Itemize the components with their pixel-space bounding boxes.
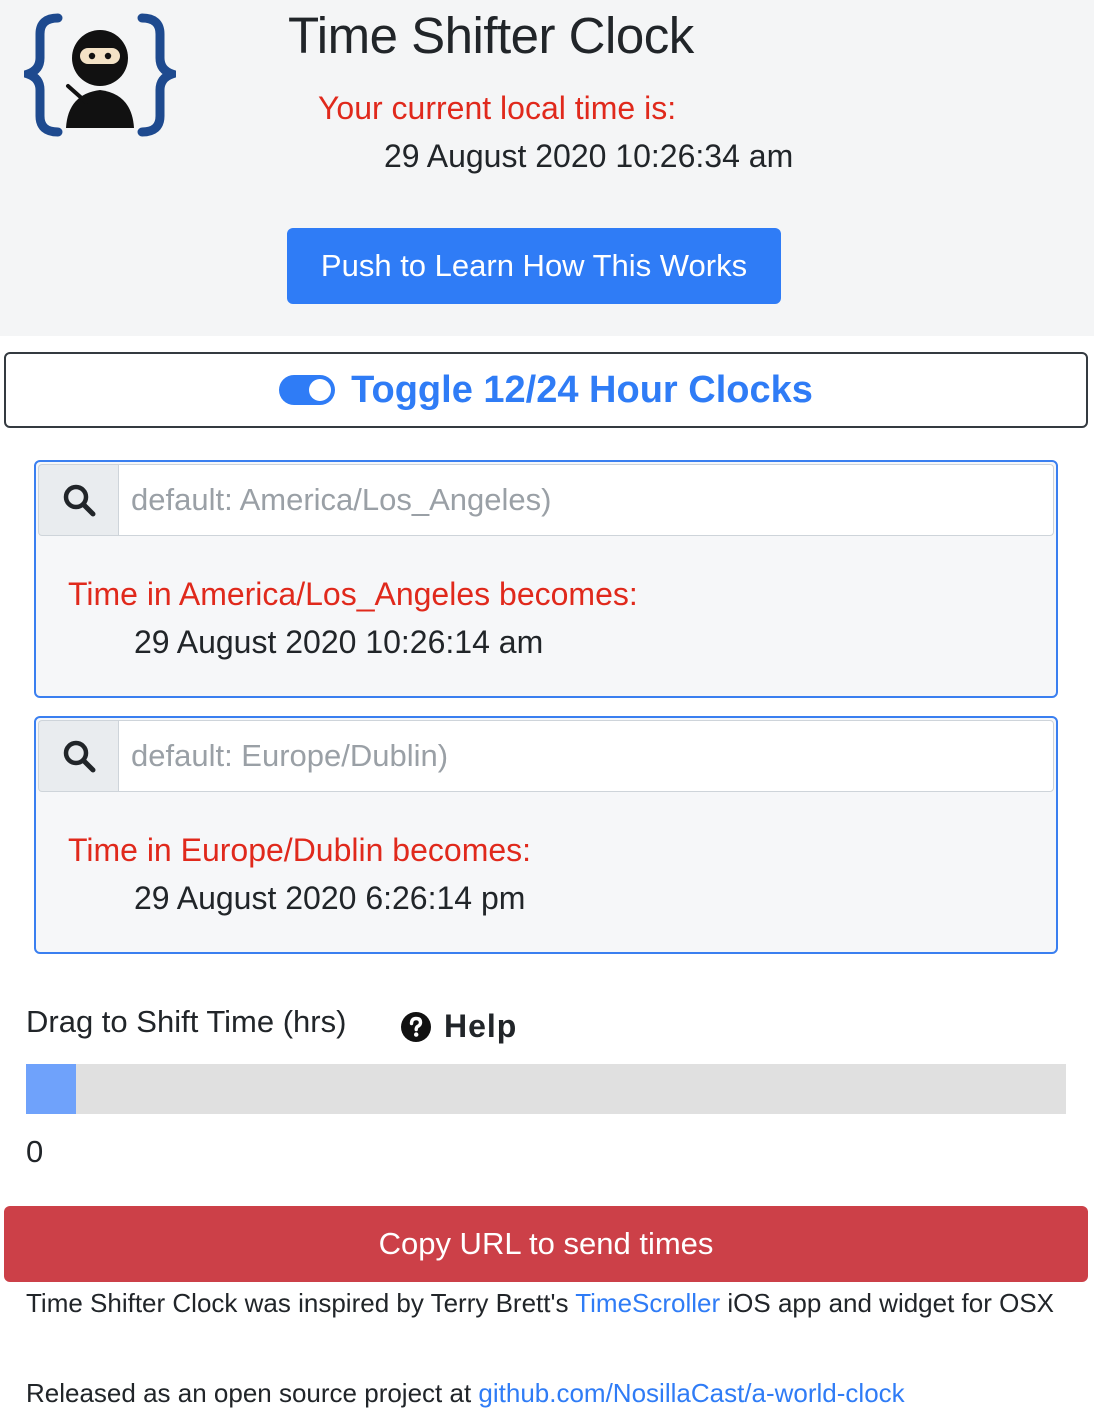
- local-time-label: Your current local time is:: [318, 90, 677, 126]
- zone-time-value: 29 August 2020 6:26:14 pm: [134, 880, 526, 916]
- zone-time-value: 29 August 2020 10:26:14 am: [134, 624, 544, 660]
- zone-card-dublin: Time in Europe/Dublin becomes: 29 August…: [34, 716, 1058, 954]
- zone-search-row: [38, 464, 1054, 536]
- header: Time Shifter Clock Your current local ti…: [0, 0, 1094, 336]
- toggle-switch-icon[interactable]: [279, 375, 336, 405]
- github-link[interactable]: github.com/NosillaCast/a-world-clock: [478, 1378, 904, 1408]
- ninja-braces-logo-icon: [24, 13, 176, 137]
- search-icon: [38, 720, 118, 792]
- release-prefix: Released as an open source project at: [26, 1378, 479, 1408]
- slider-thumb[interactable]: [26, 1064, 76, 1114]
- timezone-search-input-2[interactable]: [118, 720, 1054, 792]
- help-label: Help: [444, 1008, 518, 1044]
- help-button[interactable]: Help: [400, 1008, 517, 1045]
- credit-prefix: Time Shifter Clock was inspired by Terry…: [26, 1288, 576, 1318]
- credit-suffix: iOS app and widget for OSX: [720, 1288, 1055, 1318]
- zone-search-row: [38, 720, 1054, 792]
- time-shift-slider[interactable]: [26, 1064, 1066, 1114]
- timescroller-link[interactable]: TimeScroller: [575, 1288, 720, 1318]
- zone-time-label: Time in Europe/Dublin becomes:: [68, 832, 532, 868]
- zone-card-los-angeles: Time in America/Los_Angeles becomes: 29 …: [34, 460, 1058, 698]
- search-icon: [38, 464, 118, 536]
- question-circle-icon: [401, 1011, 431, 1042]
- copy-url-button[interactable]: Copy URL to send times: [4, 1206, 1088, 1282]
- learn-how-button[interactable]: Push to Learn How This Works: [287, 228, 781, 304]
- toggle-switch-knob: [309, 379, 332, 401]
- release-text: Released as an open source project at gi…: [26, 1374, 905, 1412]
- zone-time-label: Time in America/Los_Angeles becomes:: [68, 576, 638, 612]
- credit-text: Time Shifter Clock was inspired by Terry…: [26, 1284, 1056, 1322]
- toggle-12-24-hour-button[interactable]: Toggle 12/24 Hour Clocks: [4, 352, 1088, 428]
- page-title: Time Shifter Clock: [288, 7, 694, 64]
- timezone-search-input-1[interactable]: [118, 464, 1054, 536]
- local-time-value: 29 August 2020 10:26:34 am: [384, 138, 794, 174]
- shift-time-label: Drag to Shift Time (hrs): [26, 1004, 347, 1039]
- toggle-label: Toggle 12/24 Hour Clocks: [351, 368, 813, 411]
- shift-value: 0: [26, 1134, 44, 1169]
